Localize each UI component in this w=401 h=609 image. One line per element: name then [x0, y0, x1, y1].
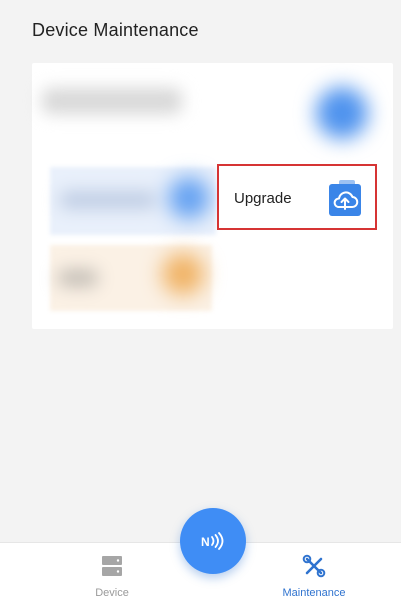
nfc-button[interactable]: N	[180, 508, 246, 574]
blurred-icon-placeholder	[316, 87, 368, 139]
blurred-text-placeholder	[42, 88, 182, 114]
tab-device[interactable]: Device	[52, 543, 172, 609]
tab-device-label: Device	[95, 587, 129, 599]
nfc-icon: N	[201, 532, 224, 550]
blurred-text-placeholder	[60, 191, 156, 209]
blurred-icon-placeholder	[168, 177, 210, 219]
maintenance-tools-icon	[302, 554, 326, 578]
tab-maintenance[interactable]: Maintenance	[254, 543, 374, 609]
blurred-option-orange[interactable]	[50, 245, 212, 311]
tab-maintenance-label: Maintenance	[282, 587, 346, 599]
upgrade-button[interactable]: Upgrade	[217, 164, 377, 230]
svg-text:N: N	[201, 535, 210, 549]
blurred-icon-placeholder	[162, 253, 204, 295]
cloud-upload-icon	[329, 180, 361, 216]
upgrade-label: Upgrade	[234, 190, 292, 207]
device-icon	[102, 556, 122, 576]
blurred-text-placeholder	[58, 269, 98, 287]
blurred-option-blue[interactable]	[50, 167, 216, 235]
page-title: Device Maintenance	[32, 20, 199, 40]
